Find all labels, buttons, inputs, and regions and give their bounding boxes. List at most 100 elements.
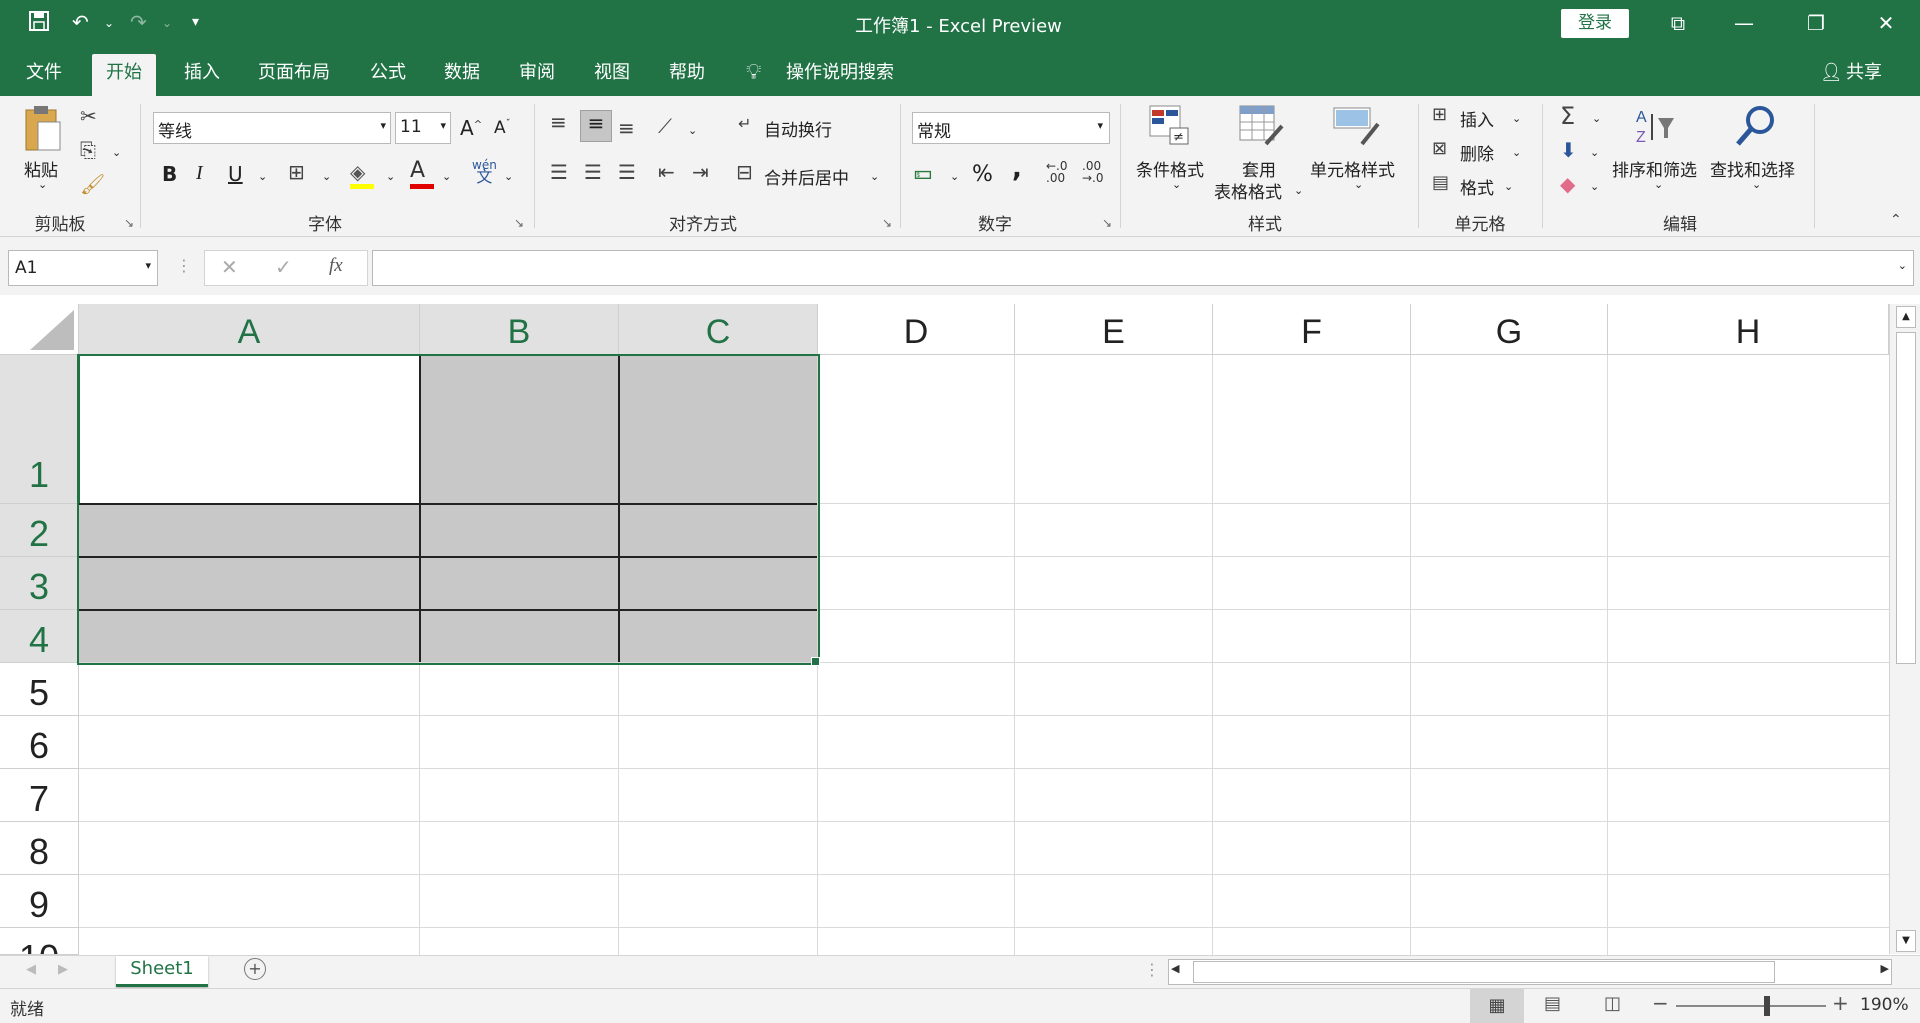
accounting-dropdown-icon[interactable]: ⌄ [950, 170, 959, 183]
clear-dropdown-icon[interactable]: ⌄ [1590, 180, 1599, 193]
normal-view-icon[interactable]: ▦ [1470, 989, 1524, 1023]
tab-formulas[interactable]: 公式 [356, 54, 420, 96]
autosum-dropdown-icon[interactable]: ⌄ [1592, 112, 1601, 125]
vertical-scrollbar[interactable]: ▲ ▼ [1889, 304, 1920, 954]
copy-dropdown-icon[interactable]: ⌄ [112, 146, 121, 159]
row-header[interactable]: 7 [0, 769, 79, 822]
scroll-right-icon[interactable]: ▶ [1881, 962, 1889, 975]
zoom-level[interactable]: 190% [1860, 995, 1909, 1015]
restore-icon[interactable]: ❐ [1786, 6, 1846, 40]
align-top-icon[interactable]: ≡ [550, 110, 567, 134]
fill-icon[interactable]: ⬇ [1560, 138, 1577, 162]
zoom-out-icon[interactable]: − [1652, 991, 1669, 1015]
horizontal-scroll-thumb[interactable] [1193, 961, 1775, 983]
cut-icon[interactable]: ✂ [80, 104, 97, 128]
copy-icon[interactable]: ⎘ [80, 138, 96, 162]
format-cells-icon[interactable]: ▤ [1432, 172, 1449, 193]
zoom-slider-thumb[interactable] [1764, 996, 1770, 1016]
font-size-box[interactable]: 11 ▾ [395, 112, 451, 144]
add-sheet-icon[interactable]: + [244, 958, 266, 980]
column-header[interactable]: E [1015, 304, 1213, 355]
borders-icon[interactable]: ⊞ [288, 160, 305, 184]
conditional-dropdown-icon[interactable]: ⌄ [1172, 178, 1181, 191]
scroll-down-icon[interactable]: ▼ [1896, 930, 1916, 952]
cell-styles-dropdown-icon[interactable]: ⌄ [1354, 178, 1363, 191]
insert-cells-icon[interactable]: ⊞ [1432, 104, 1447, 125]
tab-file[interactable]: 文件 [12, 54, 76, 96]
customize-toolbar-icon[interactable]: ▾ [192, 14, 199, 30]
wrap-text-button[interactable]: 自动换行 [764, 116, 832, 141]
orientation-dropdown-icon[interactable]: ⌄ [688, 124, 697, 137]
comma-button[interactable]: , [1012, 154, 1022, 184]
column-header[interactable]: C [619, 304, 818, 356]
decrease-font-icon[interactable]: Aˇ [494, 118, 511, 138]
align-bottom-icon[interactable]: ≡ [618, 116, 635, 140]
sheet-tab[interactable]: Sheet1 [116, 956, 208, 987]
column-header[interactable]: D [818, 304, 1015, 355]
delete-dropdown-icon[interactable]: ⌄ [1512, 146, 1521, 159]
merge-dropdown-icon[interactable]: ⌄ [870, 170, 879, 183]
merge-center-icon[interactable]: ⊟ [736, 160, 753, 184]
increase-decimal-icon[interactable]: ←.0.00 [1046, 160, 1068, 184]
find-select-dropdown-icon[interactable]: ⌄ [1752, 178, 1761, 191]
decrease-indent-icon[interactable]: ⇤ [658, 160, 675, 184]
increase-font-icon[interactable]: A^ [460, 116, 482, 140]
merge-center-button[interactable]: 合并后居中 [764, 164, 849, 189]
alignment-launcher-icon[interactable]: ↘ [882, 216, 892, 230]
zoom-in-icon[interactable]: + [1832, 991, 1849, 1015]
decrease-decimal-icon[interactable]: .00 →.0 [1082, 160, 1104, 184]
row-header[interactable]: 9 [0, 875, 79, 928]
row-header[interactable]: 5 [0, 663, 79, 716]
tab-view[interactable]: 视图 [580, 54, 644, 96]
close-icon[interactable]: ✕ [1856, 6, 1916, 40]
tell-me-search[interactable]: 操作说明搜索 [772, 54, 908, 96]
tab-insert[interactable]: 插入 [170, 54, 234, 96]
paste-button[interactable] [22, 104, 62, 158]
format-cells-button[interactable]: 格式 [1460, 174, 1494, 199]
clear-icon[interactable]: ◆ [1560, 172, 1575, 196]
bold-button[interactable]: B [162, 162, 177, 186]
zoom-slider[interactable] [1676, 996, 1826, 1016]
orientation-icon[interactable]: ⟋ [658, 114, 672, 138]
column-header[interactable]: H [1608, 304, 1889, 355]
clipboard-launcher-icon[interactable]: ↘ [124, 216, 134, 230]
align-center-icon[interactable]: ☰ [584, 160, 602, 184]
conditional-formatting-button[interactable]: 条件格式 [1136, 156, 1204, 181]
row-header[interactable]: 10 [0, 928, 79, 955]
splitter-icon[interactable]: ⋮ [1144, 960, 1160, 979]
horizontal-scrollbar[interactable]: ◀ ▶ [1168, 959, 1892, 985]
wrap-text-icon[interactable]: ↵ [738, 114, 751, 133]
tab-home[interactable]: 开始 [92, 54, 156, 96]
number-format-box[interactable]: 常规 ▾ [912, 112, 1110, 144]
format-as-table-label-2[interactable]: 表格格式 [1214, 178, 1282, 203]
accounting-format-icon[interactable]: 💵︎ [914, 160, 932, 184]
autosum-icon[interactable]: Σ [1560, 102, 1575, 130]
column-header[interactable]: A [79, 304, 420, 356]
font-launcher-icon[interactable]: ↘ [514, 216, 524, 230]
collapse-ribbon-icon[interactable]: ⌃ [1890, 212, 1902, 228]
format-as-table-dropdown-icon[interactable]: ⌄ [1294, 184, 1303, 197]
paste-dropdown-icon[interactable]: ⌄ [38, 178, 47, 191]
font-name-box[interactable]: 等线 ▾ [153, 112, 391, 144]
tab-review[interactable]: 审阅 [505, 54, 569, 96]
page-layout-view-icon[interactable]: ▤ [1544, 993, 1561, 1014]
name-box[interactable]: A1 ▾ [8, 250, 158, 286]
conditional-formatting-icon[interactable]: ≠ [1148, 104, 1192, 150]
borders-dropdown-icon[interactable]: ⌄ [322, 170, 331, 183]
number-launcher-icon[interactable]: ↘ [1102, 216, 1112, 230]
share-button[interactable]: 共享 [1842, 54, 1886, 96]
phonetic-dropdown-icon[interactable]: ⌄ [504, 170, 513, 183]
cell-styles-icon[interactable] [1332, 104, 1380, 152]
cell-styles-button[interactable]: 单元格样式 [1310, 156, 1395, 181]
expand-formula-icon[interactable]: ⌄ [1898, 259, 1907, 272]
ribbon-display-icon[interactable]: ⧉ [1648, 6, 1708, 40]
font-color-icon[interactable]: A [410, 158, 436, 189]
row-header[interactable]: 2 [0, 504, 80, 557]
save-icon[interactable] [28, 10, 50, 37]
font-color-dropdown-icon[interactable]: ⌄ [442, 170, 451, 183]
fill-color-dropdown-icon[interactable]: ⌄ [386, 170, 395, 183]
minimize-icon[interactable]: — [1714, 6, 1774, 40]
row-header[interactable]: 6 [0, 716, 79, 769]
align-left-icon[interactable]: ☰ [550, 160, 568, 184]
magnifier-icon[interactable] [1734, 104, 1778, 152]
